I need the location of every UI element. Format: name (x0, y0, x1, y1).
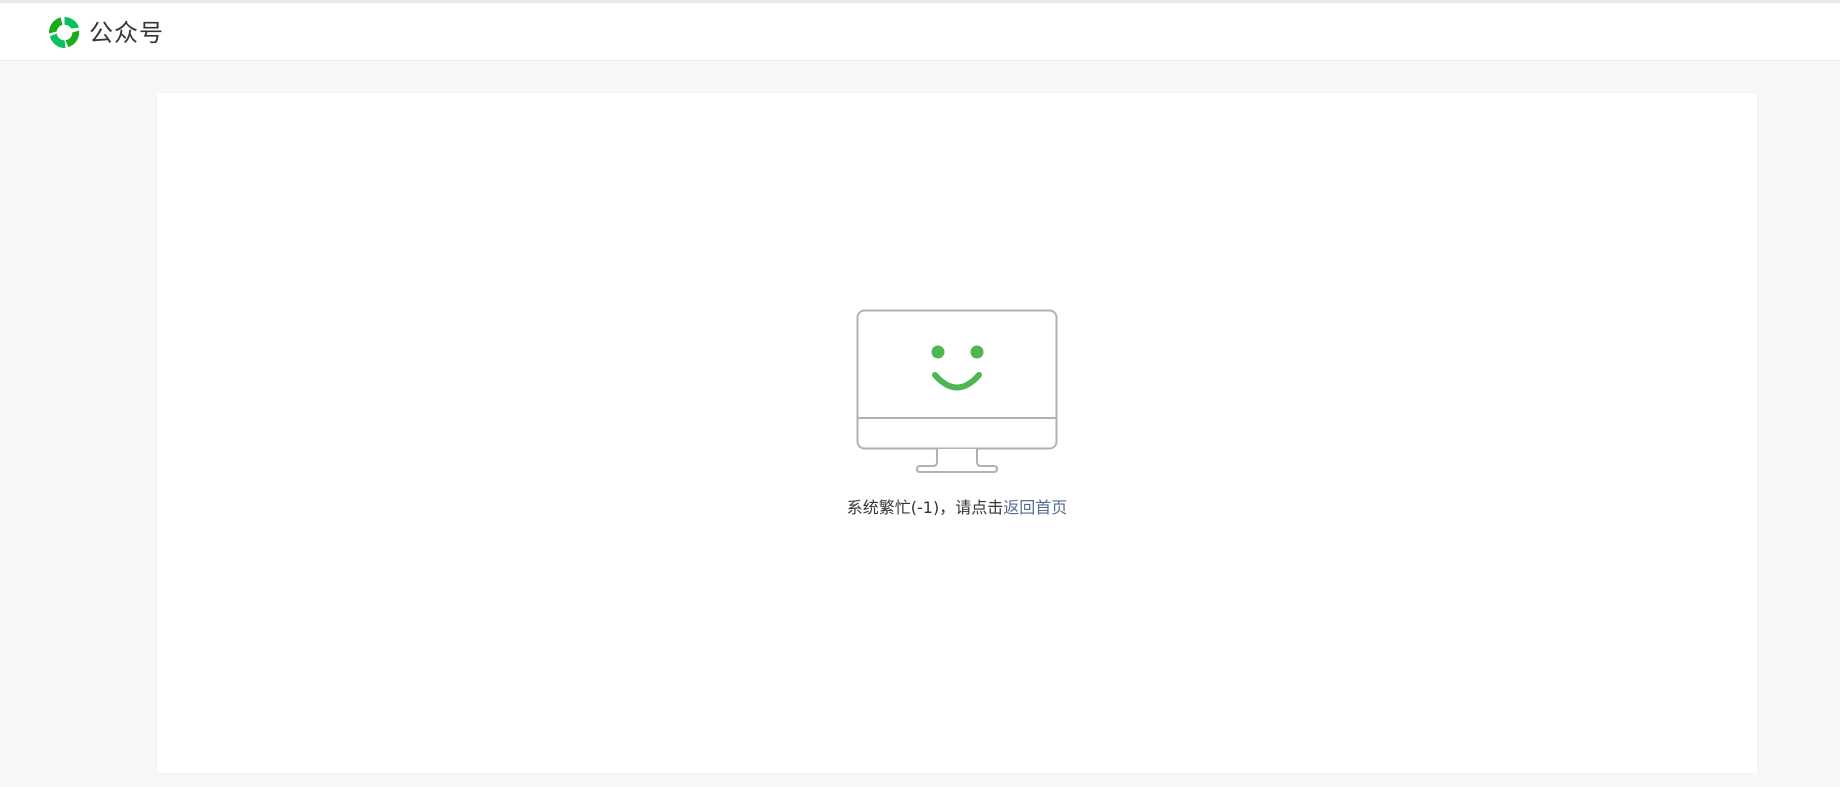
logo-text: 公众号 (89, 18, 164, 47)
monitor-smiley-icon (856, 309, 1058, 473)
site-logo[interactable]: 公众号 (47, 15, 164, 50)
error-message: 系统繁忙(-1)，请点击返回首页 (157, 496, 1757, 520)
error-card: 系统繁忙(-1)，请点击返回首页 (157, 93, 1757, 773)
error-message-text: 系统繁忙(-1)，请点击 (846, 498, 1004, 517)
return-home-link[interactable]: 返回首页 (1003, 498, 1067, 517)
wechat-official-accounts-logo-icon (47, 15, 82, 50)
top-header: 公众号 (0, 3, 1840, 61)
